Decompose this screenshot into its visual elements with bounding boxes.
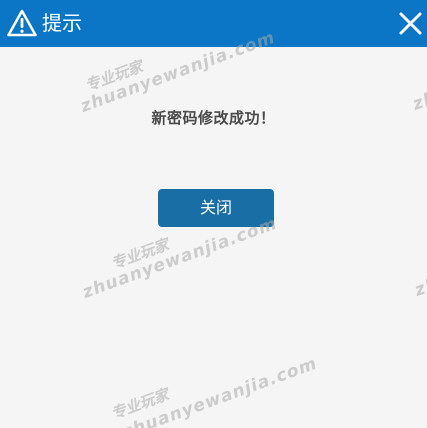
alert-dialog: 提示 新密码修改成功！ 关闭 专业玩家 zhuanyewanjia.com 专业…: [0, 0, 427, 428]
warning-icon: [7, 9, 37, 37]
watermark-text: zhuanyewanjia.com: [412, 211, 427, 301]
watermark-text: 专业玩家: [108, 385, 172, 423]
close-icon[interactable]: [397, 10, 424, 37]
watermark-text: 专业玩家: [108, 235, 172, 273]
close-button[interactable]: 关闭: [158, 189, 274, 227]
dialog-title: 提示: [42, 11, 82, 35]
dialog-message: 新密码修改成功！: [151, 109, 276, 127]
watermark-text: 专业玩家: [82, 57, 146, 95]
watermark-text: zhuanyewanjia.com: [120, 353, 321, 428]
watermark-text: zhuanyewanjia.com: [80, 213, 281, 303]
dialog-titlebar: 提示: [0, 0, 427, 47]
